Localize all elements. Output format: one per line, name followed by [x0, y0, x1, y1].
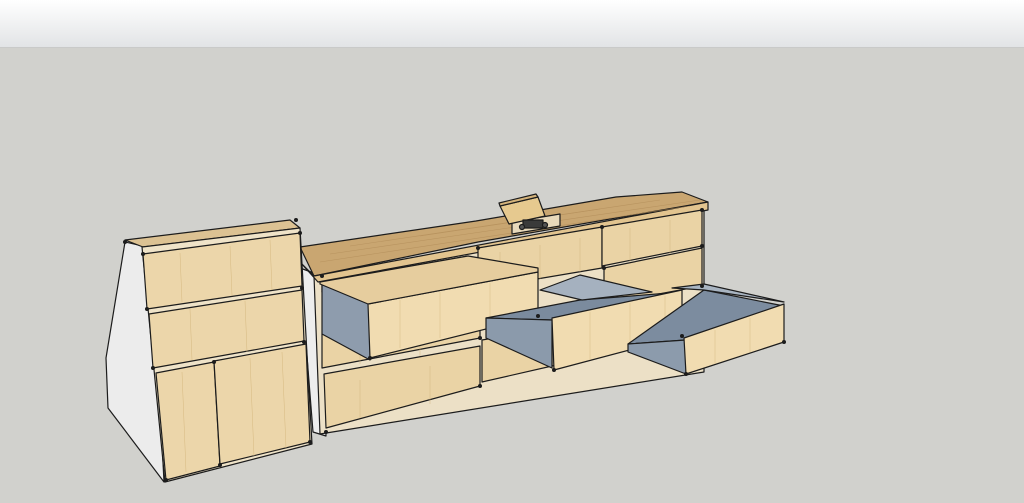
sketchup-viewport[interactable] — [0, 0, 1024, 503]
left-cabinet[interactable] — [105, 219, 313, 483]
saw-knob-right — [541, 221, 549, 229]
left-cabinet-door-left[interactable] — [155, 361, 221, 481]
saw-clamp — [522, 219, 544, 229]
3d-model-canvas[interactable] — [0, 0, 1024, 503]
left-cabinet-door-right[interactable] — [213, 343, 311, 465]
saw-knob-left — [518, 223, 526, 231]
